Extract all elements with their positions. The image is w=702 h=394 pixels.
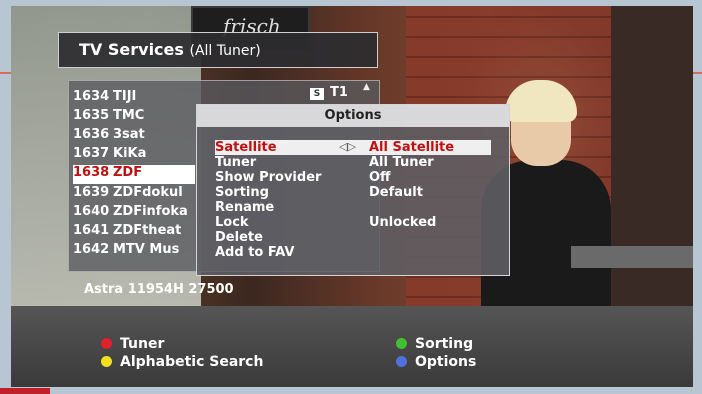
options-title: Options (197, 105, 509, 127)
option-add-to-fav[interactable]: Add to FAV (215, 245, 491, 260)
option-show-provider[interactable]: Show Provider Off (215, 170, 491, 185)
blue-dot-icon (396, 356, 407, 367)
background-door (611, 6, 693, 336)
scroll-up-icon[interactable]: ▲ (363, 82, 370, 92)
yellow-key-alphabetic-search[interactable]: Alphabetic Search (101, 354, 263, 370)
frame-corner-mark (0, 388, 50, 394)
background-table (571, 246, 693, 268)
option-tuner[interactable]: Tuner All Tuner (215, 155, 491, 170)
red-dot-icon (101, 338, 112, 349)
option-lock[interactable]: Lock Unlocked (215, 215, 491, 230)
blue-key-options[interactable]: Options (396, 354, 476, 370)
yellow-dot-icon (101, 356, 112, 367)
tuner-tag: T1 (330, 85, 348, 100)
color-key-footer: Tuner Alphabetic Search Sorting Options (11, 330, 693, 378)
option-sorting[interactable]: Sorting Default (215, 185, 491, 200)
options-dialog: Options Satellite ◁▷ All Satellite Tuner… (196, 104, 510, 276)
channel-info: Astra 11954H 27500 (84, 282, 234, 297)
option-satellite[interactable]: Satellite ◁▷ All Satellite (215, 140, 491, 155)
service-list-title: TV Services (All Tuner) (79, 40, 261, 59)
left-right-arrows-icon[interactable]: ◁▷ (339, 140, 356, 153)
channel-row-selected[interactable]: 1638 ZDF (73, 165, 195, 184)
option-delete[interactable]: Delete (215, 230, 491, 245)
red-key-tuner[interactable]: Tuner (101, 336, 164, 352)
green-dot-icon (396, 338, 407, 349)
green-key-sorting[interactable]: Sorting (396, 336, 473, 352)
option-rename[interactable]: Rename (215, 200, 491, 215)
satellite-badge-icon: S (310, 88, 324, 100)
service-list-title-bar: TV Services (All Tuner) (58, 32, 378, 68)
